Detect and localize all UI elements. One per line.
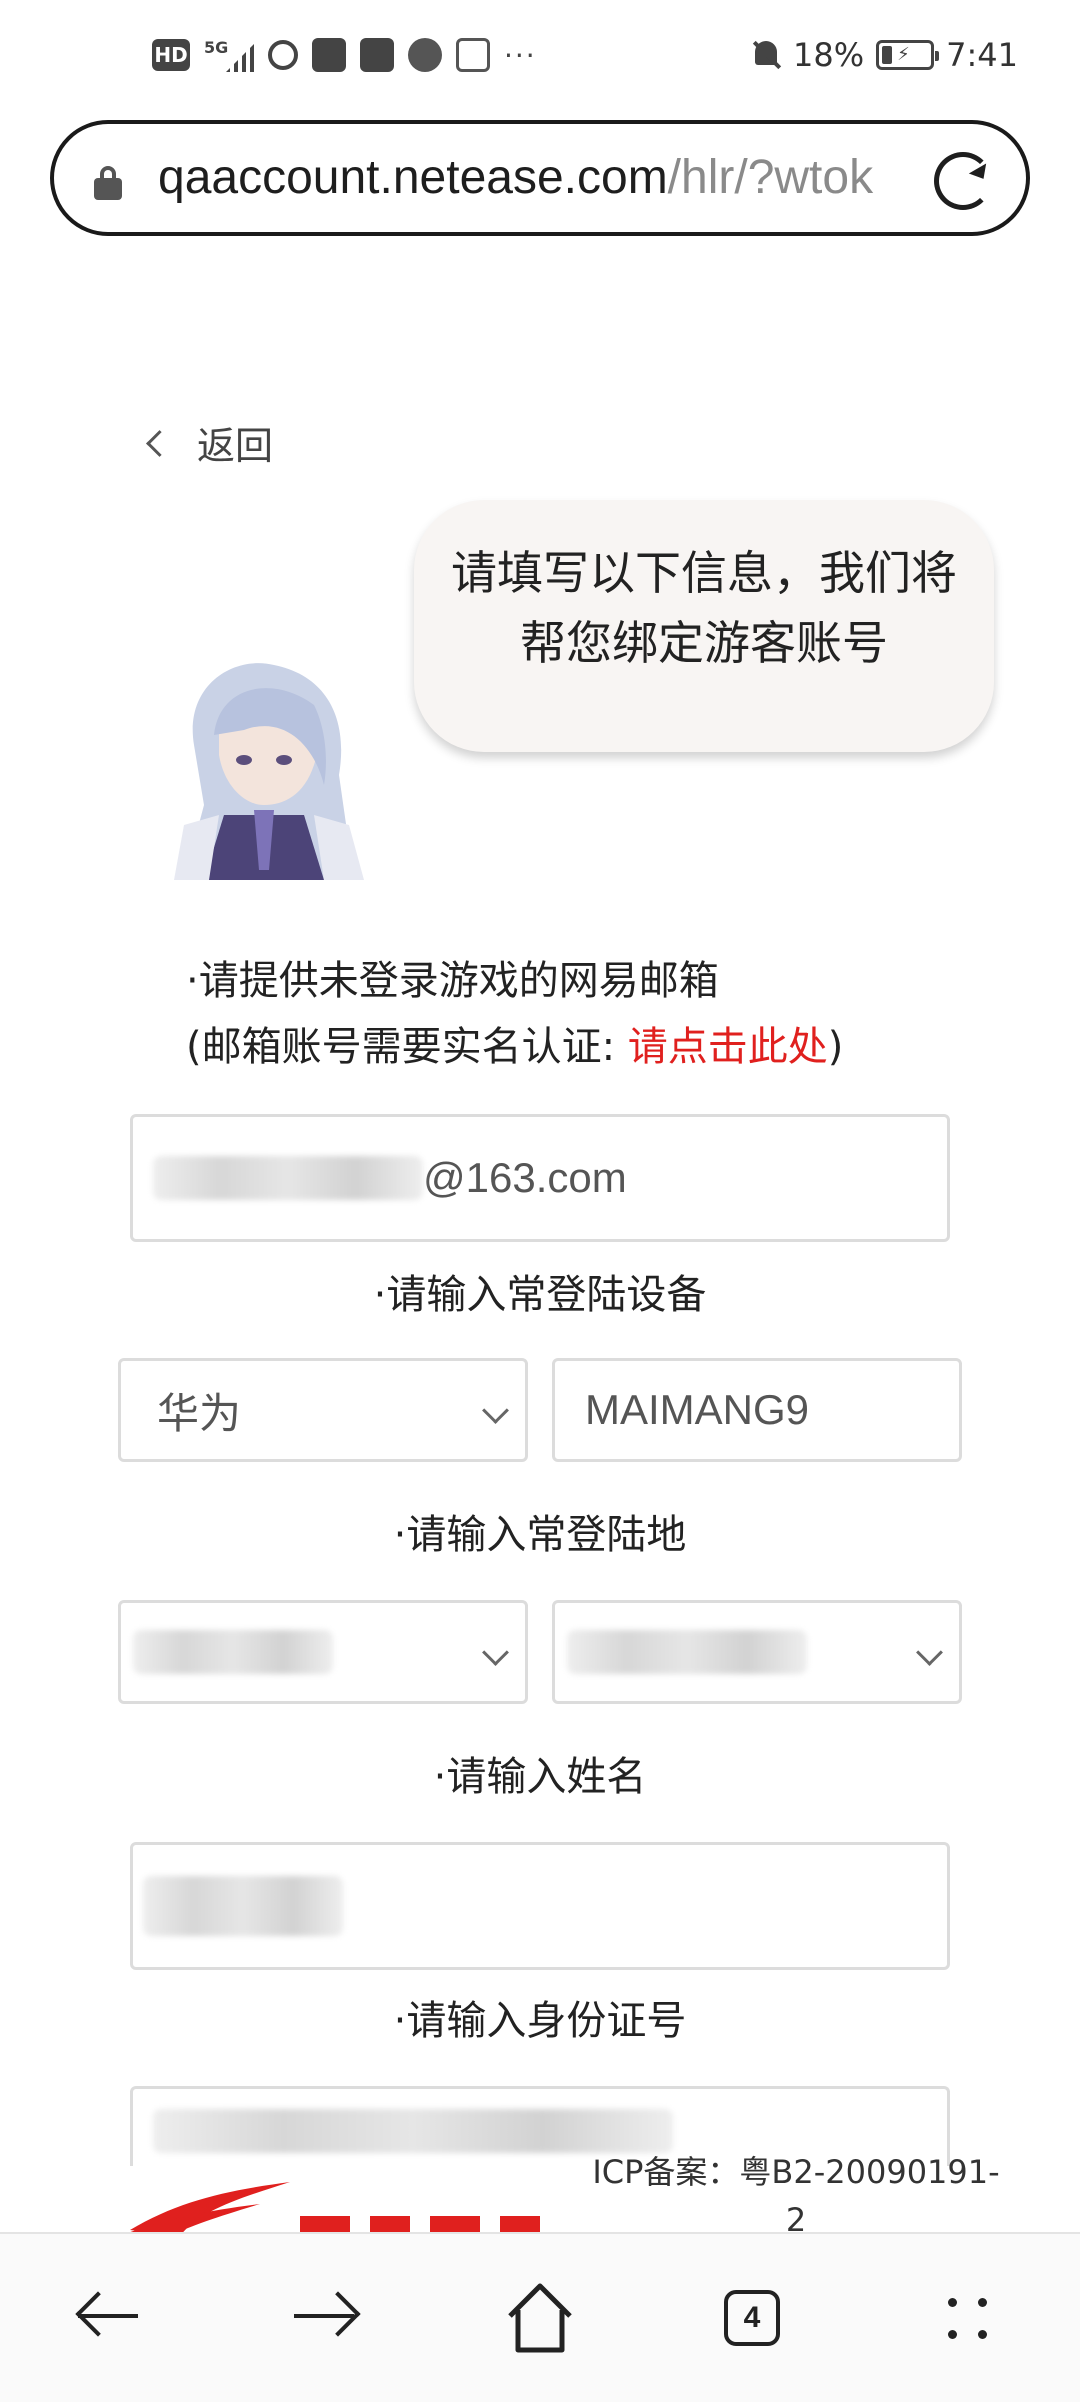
verify-link[interactable]: 请点击此处: [628, 1024, 828, 1070]
id-value: [153, 2109, 673, 2153]
province-select[interactable]: [118, 1600, 528, 1704]
email-value-wrap: @163.com: [153, 1117, 627, 1239]
battery-percent: 18%: [793, 36, 865, 74]
bubble-text: 请填写以下信息，我们将帮您绑定游客账号: [451, 546, 957, 670]
email-field[interactable]: @163.com: [130, 1114, 950, 1242]
wechat-icon: [408, 38, 442, 72]
back-button[interactable]: 返回: [146, 415, 274, 470]
redacted-city: [567, 1630, 807, 1674]
arrow-left-head: [75, 2291, 121, 2337]
sync-icon: [268, 40, 298, 70]
email-prompt-prefix: (邮箱账号需要实名认证:: [186, 1024, 628, 1070]
email-prompt-line1: ·请提供未登录游戏的网易邮箱: [186, 958, 719, 1004]
status-icons-right: 18% ⚡ 7:41: [751, 36, 1018, 74]
email-prompt: ·请提供未登录游戏的网易邮箱 (邮箱账号需要实名认证: 请点击此处): [186, 948, 843, 1080]
chevron-down-icon: [916, 1639, 943, 1666]
lock-icon: [94, 166, 122, 200]
status-bar: HD 5G ··· 18% ⚡ 7:41: [0, 0, 1080, 120]
image-icon: [456, 38, 490, 72]
redacted-id: [153, 2109, 673, 2153]
arrow-right-head: [315, 2291, 361, 2337]
icp-notice: ICP备案：粤B2-20090191-2: [592, 2153, 1000, 2239]
name-label: ·请输入姓名: [433, 1754, 647, 1800]
redacted-username: [153, 1156, 423, 1200]
signal-icon: 5G: [204, 38, 254, 72]
city-value: [567, 1603, 807, 1701]
back-label: 返回: [197, 424, 274, 468]
battery-icon: ⚡: [876, 40, 940, 70]
device-label: ·请输入常登陆设备: [373, 1272, 707, 1318]
reload-icon[interactable]: [934, 152, 992, 210]
name-value: [143, 1845, 343, 1967]
email-prompt-line2: (邮箱账号需要实名认证: 请点击此处): [186, 1014, 843, 1080]
character-avatar: [174, 663, 364, 880]
url-path: /hlr/?wtok: [667, 151, 874, 204]
chevron-left-icon: [146, 430, 173, 457]
mute-icon: [751, 39, 781, 71]
more-notifications-icon: ···: [504, 38, 537, 72]
device-brand-select[interactable]: 华为: [118, 1358, 528, 1462]
clock: 7:41: [946, 36, 1018, 74]
network-type: 5G: [204, 38, 229, 57]
home-icon[interactable]: [500, 2278, 580, 2358]
speech-bubble: 请填写以下信息，我们将帮您绑定游客账号: [414, 500, 994, 752]
hd-icon: HD: [152, 39, 190, 71]
tabs-button[interactable]: 4: [724, 2290, 780, 2346]
device-model-field[interactable]: MAIMANG9: [552, 1358, 962, 1462]
mail-icon: [312, 38, 346, 72]
device-model-value: MAIMANG9: [585, 1386, 810, 1433]
status-icons-left: HD 5G ···: [152, 38, 537, 72]
redacted-province: [133, 1630, 333, 1674]
netease-logo: [120, 2182, 540, 2236]
forward-nav-button[interactable]: [286, 2276, 366, 2356]
mail-icon-2: [360, 38, 394, 72]
name-field[interactable]: [130, 1842, 950, 1970]
device-brand-value: 华为: [157, 1389, 242, 1437]
chevron-down-icon: [482, 1397, 509, 1424]
url-text[interactable]: qaaccount.netease.com/hlr/?wtok: [158, 150, 958, 205]
back-nav-button[interactable]: [70, 2276, 150, 2356]
url-host: qaaccount.netease.com: [158, 151, 668, 204]
chevron-down-icon: [482, 1639, 509, 1666]
menu-icon[interactable]: [948, 2290, 998, 2346]
email-prompt-suffix: ): [827, 1024, 844, 1070]
id-label: ·请输入身份证号: [393, 1998, 687, 2044]
email-domain: @163.com: [423, 1154, 627, 1201]
redacted-name: [143, 1876, 343, 1936]
province-value: [133, 1603, 333, 1701]
location-label: ·请输入常登陆地: [393, 1512, 687, 1558]
city-select[interactable]: [552, 1600, 962, 1704]
address-bar[interactable]: qaaccount.netease.com/hlr/?wtok: [50, 120, 1030, 236]
